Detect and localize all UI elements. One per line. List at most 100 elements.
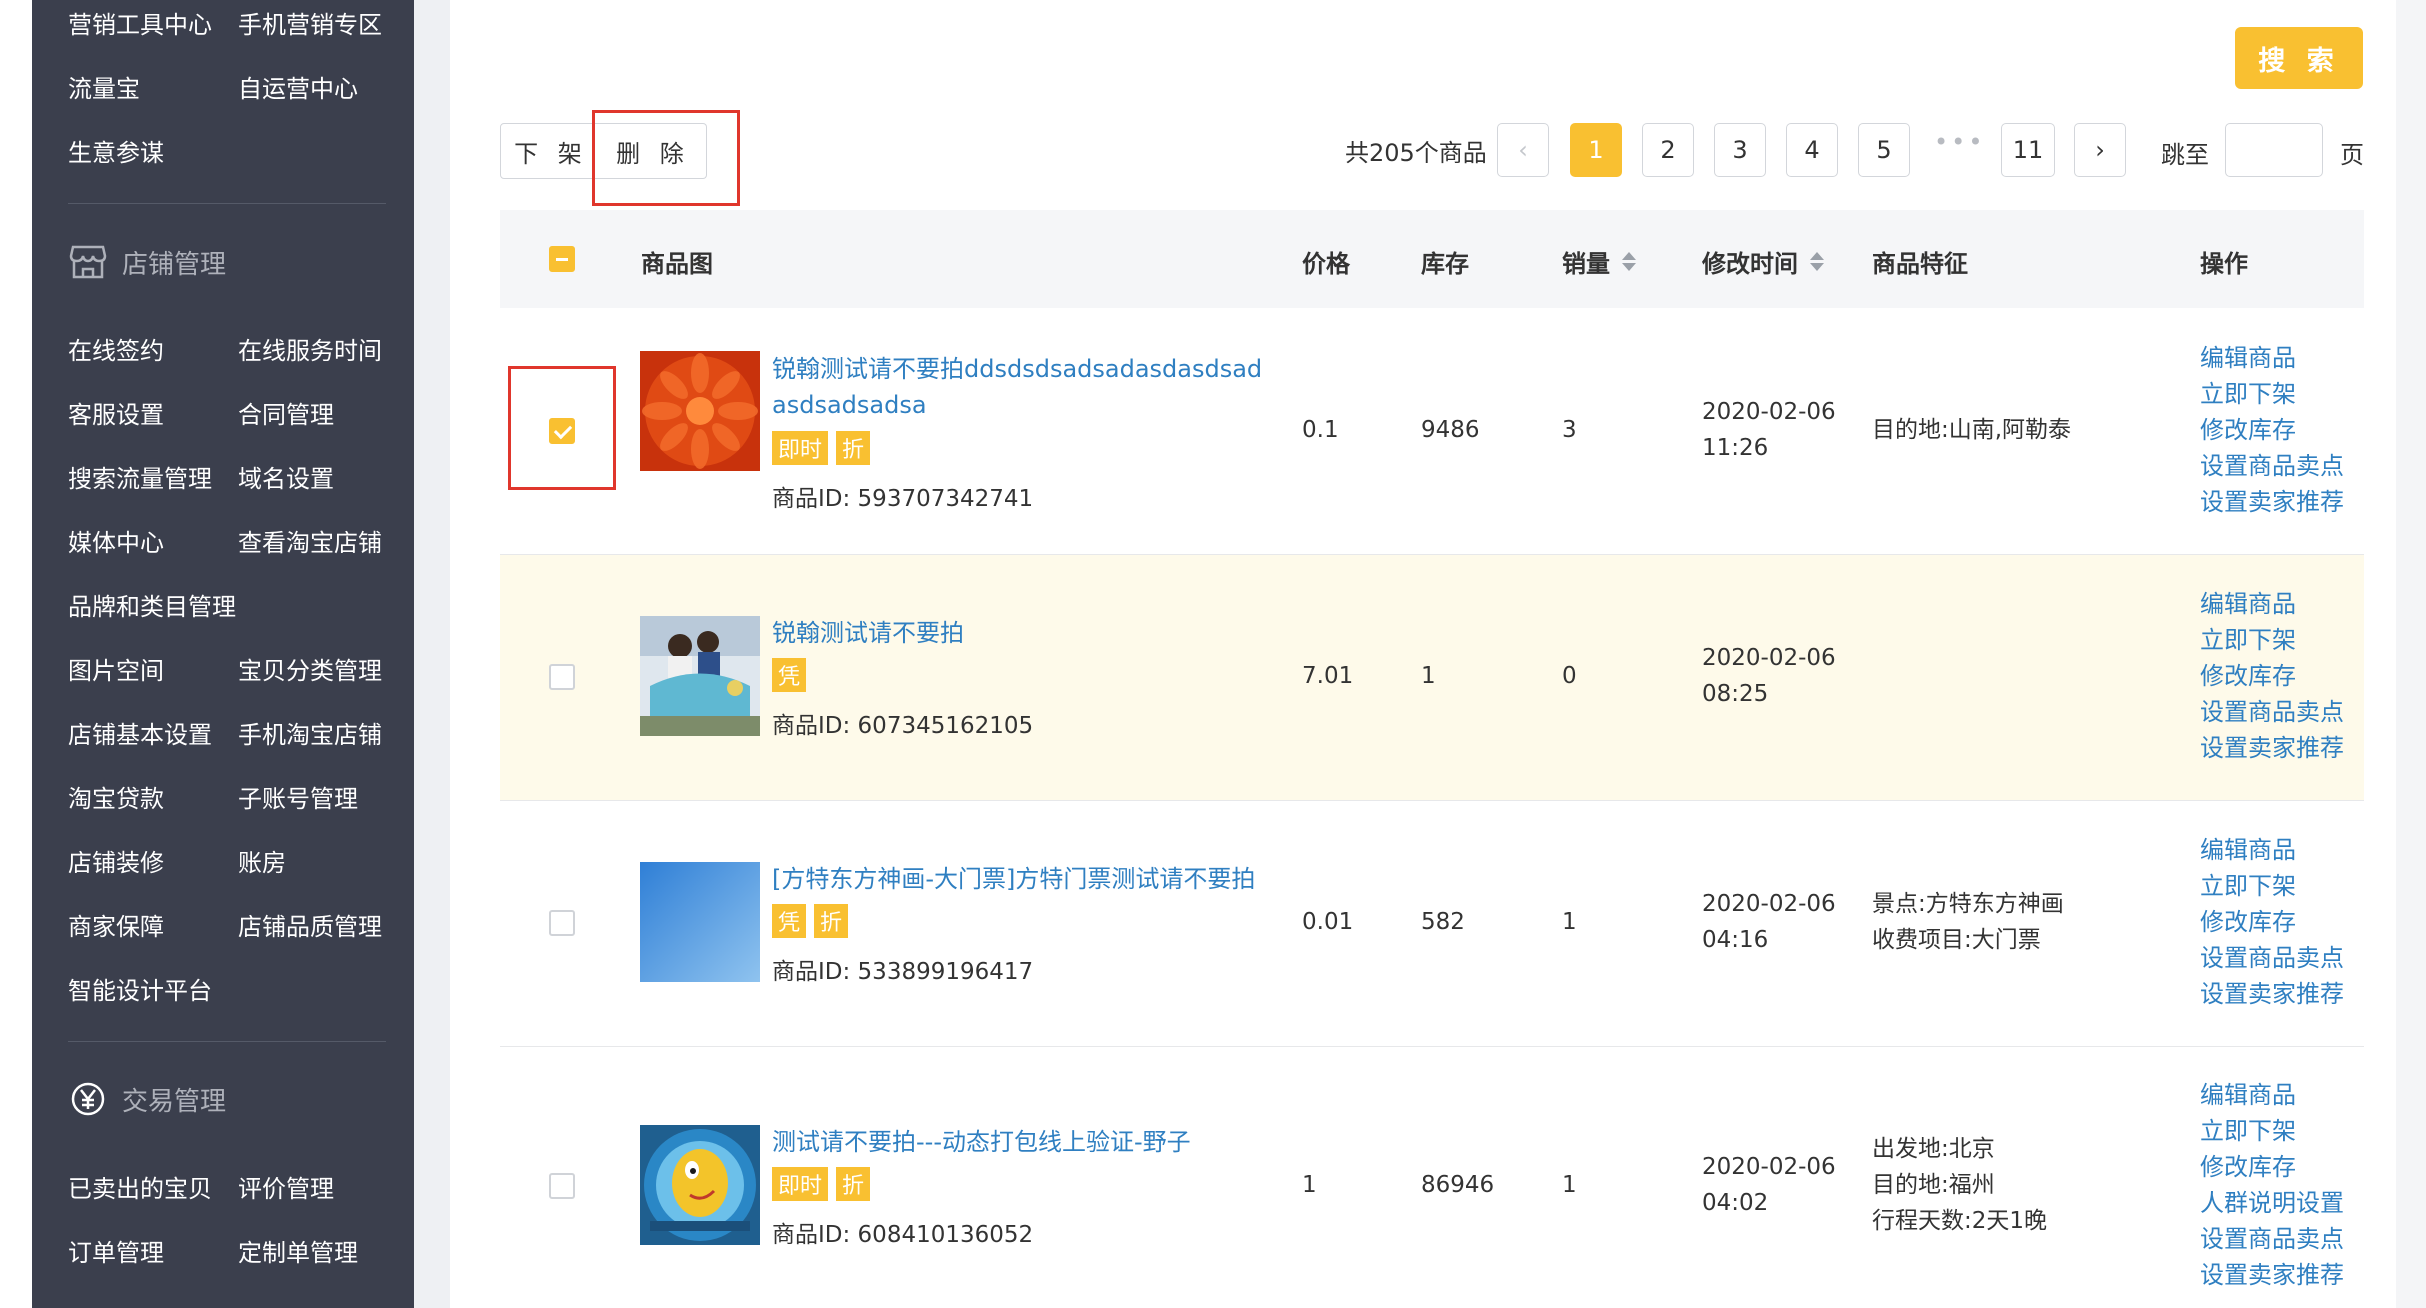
menu-item-domain-settings[interactable]: 域名设置	[238, 459, 408, 494]
audience-notes-link[interactable]: 人群说明设置	[2200, 1185, 2344, 1221]
page-button[interactable]: 1	[1570, 123, 1622, 177]
row-checkbox[interactable]	[549, 1173, 575, 1199]
menu-item-sold-items[interactable]: 已卖出的宝贝	[68, 1169, 238, 1204]
header-sales-label: 销量	[1562, 250, 1610, 278]
product-title-link[interactable]: 锐翰测试请不要拍	[772, 615, 1272, 651]
prev-page-button[interactable]: ‹	[1497, 123, 1549, 177]
product-tag: 凭	[772, 904, 806, 938]
menu-item-accounts-room[interactable]: 账房	[238, 843, 408, 878]
menu-item-view-shop[interactable]: 查看淘宝店铺	[238, 523, 408, 558]
menu-row: 店铺基本设置 手机淘宝店铺	[68, 700, 408, 764]
page-button[interactable]: 11	[2001, 123, 2055, 177]
product-thumbnail[interactable]	[640, 616, 760, 736]
menu-item-customer-service[interactable]: 客服设置	[68, 395, 238, 430]
menu-item-custom-orders[interactable]: 定制单管理	[238, 1233, 408, 1268]
sort-icon	[1810, 252, 1824, 271]
feature-line: 行程天数:2天1晚	[1872, 1208, 2048, 1234]
header-modified-sort[interactable]: 修改时间	[1702, 244, 1824, 279]
menu-row: 生意参谋	[68, 118, 408, 182]
menu-row: 商家保障 店铺品质管理	[68, 892, 408, 956]
menu-item-mobile-marketing[interactable]: 手机营销专区	[238, 5, 408, 40]
set-selling-point-link[interactable]: 设置商品卖点	[2200, 694, 2344, 730]
unlist-now-link[interactable]: 立即下架	[2200, 868, 2344, 904]
set-selling-point-link[interactable]: 设置商品卖点	[2200, 448, 2344, 484]
product-id: 商品ID: 607345162105	[772, 713, 1034, 739]
set-recommendation-link[interactable]: 设置卖家推荐	[2200, 730, 2344, 766]
product-tag: 凭	[772, 658, 806, 692]
unlist-now-link[interactable]: 立即下架	[2200, 1113, 2344, 1149]
menu-row: 品牌和类目管理	[68, 572, 408, 636]
menu-item-service-hours[interactable]: 在线服务时间	[238, 331, 408, 366]
product-title-link[interactable]: 锐翰测试请不要拍ddsdsdsadsadasdasdsadasdsadsadsa	[772, 351, 1272, 423]
menu-item-loan[interactable]: 淘宝贷款	[68, 779, 238, 814]
menu-item-shop-basic-settings[interactable]: 店铺基本设置	[68, 715, 238, 750]
menu-item-self-operation[interactable]: 自运营中心	[238, 69, 408, 104]
menu-item-brand-category[interactable]: 品牌和类目管理	[68, 587, 256, 622]
page-button[interactable]: 4	[1786, 123, 1838, 177]
section-title-trade[interactable]: 交易管理	[68, 1075, 226, 1123]
menu-item-item-category[interactable]: 宝贝分类管理	[238, 651, 408, 686]
feature-line: 目的地:山南,阿勒泰	[1872, 417, 2072, 443]
edit-stock-link[interactable]: 修改库存	[2200, 658, 2344, 694]
product-title-link[interactable]: 测试请不要拍---动态打包线上验证-野子	[772, 1124, 1272, 1160]
unlist-now-link[interactable]: 立即下架	[2200, 376, 2344, 412]
menu-item-contract-management[interactable]: 合同管理	[238, 395, 408, 430]
table-row: 锐翰测试请不要拍 凭 商品ID: 607345162105 7.01 1 0 2…	[500, 555, 2364, 801]
section-title-label: 交易管理	[122, 1086, 227, 1117]
edit-product-link[interactable]: 编辑商品	[2200, 1077, 2344, 1113]
menu-item-orders[interactable]: 订单管理	[68, 1233, 238, 1268]
menu-item-shop-decoration[interactable]: 店铺装修	[68, 843, 238, 878]
unlist-button[interactable]: 下 架	[500, 123, 602, 179]
edit-product-link[interactable]: 编辑商品	[2200, 832, 2344, 868]
price-cell: 0.01	[1302, 909, 1354, 935]
page-button[interactable]: 3	[1714, 123, 1766, 177]
page-button[interactable]: 2	[1642, 123, 1694, 177]
page-ellipsis[interactable]: •••	[1934, 128, 1985, 156]
product-thumbnail[interactable]	[640, 1125, 760, 1245]
menu-item-traffic-treasure[interactable]: 流量宝	[68, 69, 238, 104]
next-page-button[interactable]: ›	[2074, 123, 2126, 177]
product-id: 商品ID: 593707342741	[772, 486, 1034, 512]
product-title-link[interactable]: [方特东方神画-大门票]方特门票测试请不要拍	[772, 861, 1312, 897]
product-tags: 即时 折	[772, 1167, 870, 1201]
jump-page-input[interactable]	[2225, 123, 2323, 177]
edit-product-link[interactable]: 编辑商品	[2200, 586, 2344, 622]
feature-line: 出发地:北京	[1872, 1136, 1995, 1162]
menu-item-shop-quality[interactable]: 店铺品质管理	[238, 907, 408, 942]
header-sales-sort[interactable]: 销量	[1562, 244, 1636, 279]
menu-item-online-contract[interactable]: 在线签约	[68, 331, 238, 366]
product-thumbnail[interactable]	[640, 351, 760, 471]
sales-cell: 1	[1562, 1172, 1577, 1198]
set-recommendation-link[interactable]: 设置卖家推荐	[2200, 484, 2344, 520]
menu-item-sub-accounts[interactable]: 子账号管理	[238, 779, 408, 814]
menu-item-search-traffic[interactable]: 搜索流量管理	[68, 459, 238, 494]
edit-stock-link[interactable]: 修改库存	[2200, 904, 2344, 940]
select-all-checkbox[interactable]	[549, 246, 575, 272]
menu-item-reviews[interactable]: 评价管理	[238, 1169, 408, 1204]
row-checkbox[interactable]	[549, 910, 575, 936]
row-actions: 编辑商品 立即下架 修改库存 设置商品卖点 设置卖家推荐	[2200, 586, 2344, 766]
edit-stock-link[interactable]: 修改库存	[2200, 1149, 2344, 1185]
menu-item-business-advisor[interactable]: 生意参谋	[68, 133, 256, 168]
product-thumbnail[interactable]	[640, 862, 760, 982]
menu-item-mobile-shop[interactable]: 手机淘宝店铺	[238, 715, 408, 750]
section-title-shop[interactable]: 店铺管理	[68, 238, 226, 286]
row-checkbox[interactable]	[549, 664, 575, 690]
menu-item-media-center[interactable]: 媒体中心	[68, 523, 238, 558]
search-button[interactable]: 搜 索	[2235, 27, 2363, 89]
menu-item-smart-design[interactable]: 智能设计平台	[68, 971, 256, 1006]
set-selling-point-link[interactable]: 设置商品卖点	[2200, 1221, 2344, 1257]
sort-icon	[1622, 252, 1636, 271]
edit-stock-link[interactable]: 修改库存	[2200, 412, 2344, 448]
menu-item-marketing-tools[interactable]: 营销工具中心	[68, 5, 238, 40]
set-selling-point-link[interactable]: 设置商品卖点	[2200, 940, 2344, 976]
menu-item-merchant-guarantee[interactable]: 商家保障	[68, 907, 238, 942]
page-button[interactable]: 5	[1858, 123, 1910, 177]
sidebar-top-menu: 营销工具中心 手机营销专区 流量宝 自运营中心 生意参谋	[68, 0, 408, 182]
edit-product-link[interactable]: 编辑商品	[2200, 340, 2344, 376]
unlist-now-link[interactable]: 立即下架	[2200, 622, 2344, 658]
menu-row: 图片空间 宝贝分类管理	[68, 636, 408, 700]
set-recommendation-link[interactable]: 设置卖家推荐	[2200, 976, 2344, 1012]
set-recommendation-link[interactable]: 设置卖家推荐	[2200, 1257, 2344, 1293]
menu-item-image-space[interactable]: 图片空间	[68, 651, 238, 686]
